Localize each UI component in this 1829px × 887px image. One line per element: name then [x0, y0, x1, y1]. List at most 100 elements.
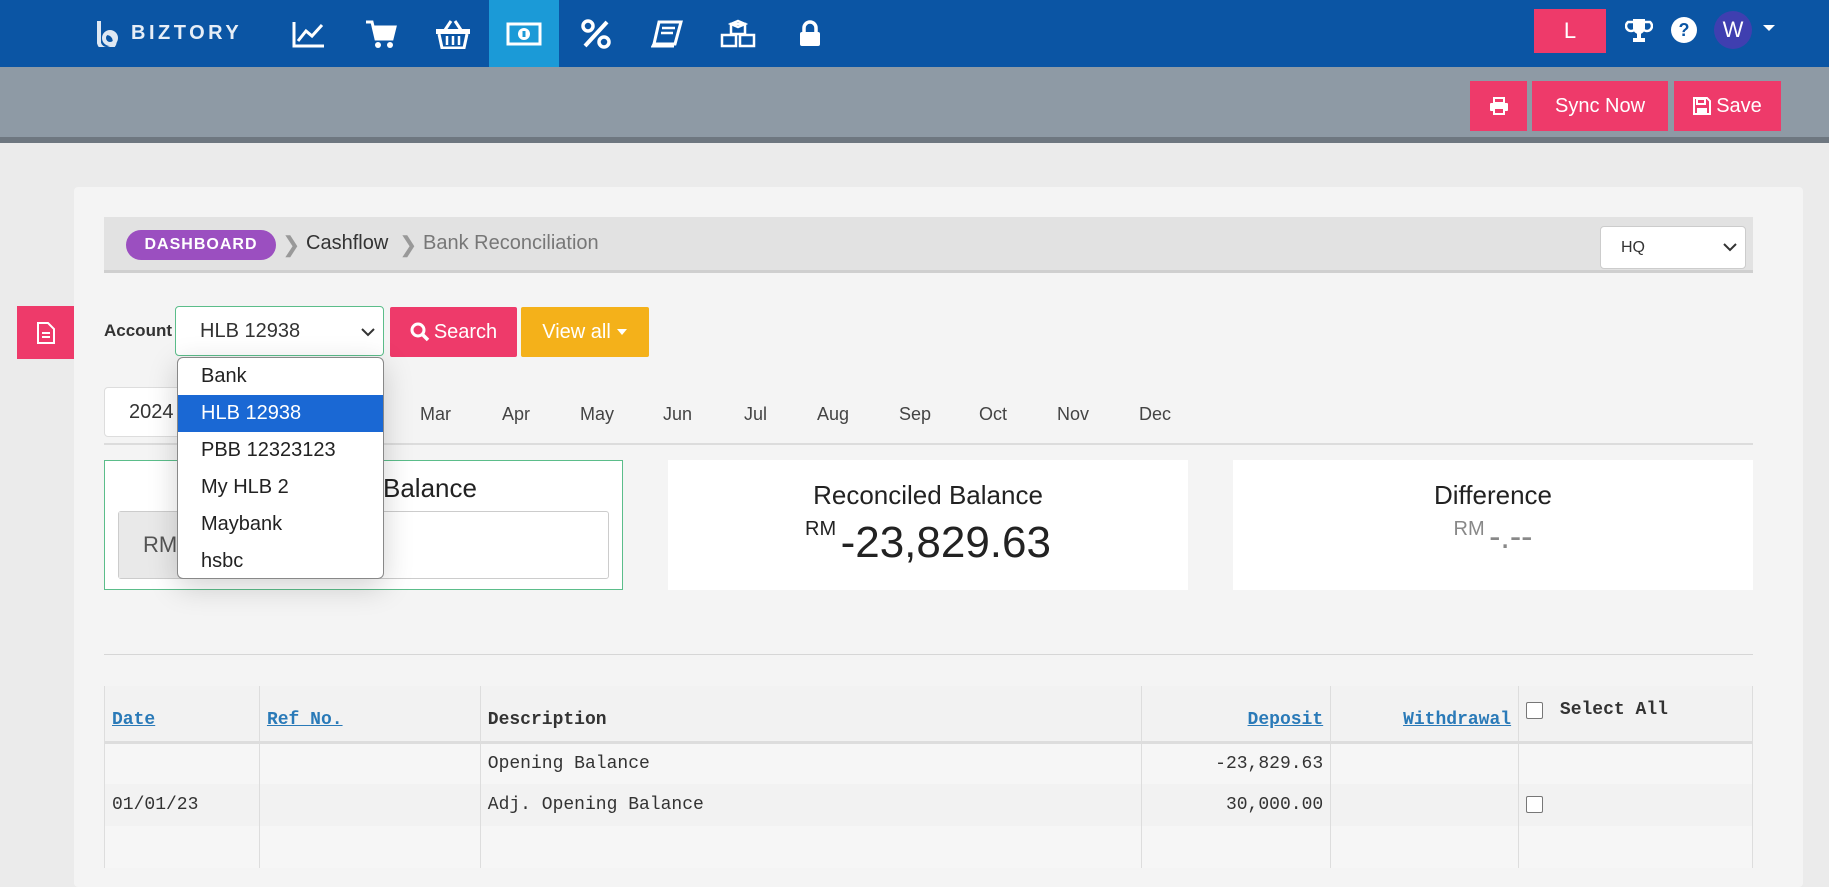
action-bar-border: [0, 137, 1829, 143]
month-tab[interactable]: Dec: [1139, 404, 1171, 425]
difference-title: Difference: [1433, 480, 1553, 510]
withdrawal-sort-link[interactable]: Withdrawal: [1403, 710, 1511, 730]
select-all-label: Select All: [1559, 700, 1668, 720]
reconciled-balance-value: -23,829.63: [840, 518, 1051, 567]
account-option[interactable]: hsbc: [178, 543, 383, 578]
row-description: Opening Balance: [479, 742, 1143, 784]
breadcrumb-current: Bank Reconciliation: [423, 232, 599, 254]
account-select-value: HLB 12938: [200, 319, 301, 342]
account-option[interactable]: Maybank: [178, 506, 383, 543]
statement-balance-title: Balance: [383, 473, 477, 503]
brand-logo[interactable]: BIZTORY: [95, 14, 242, 52]
cart-icon[interactable]: [346, 0, 416, 67]
breadcrumb-dashboard[interactable]: DASHBOARD: [126, 230, 276, 260]
month-tab[interactable]: Sep: [899, 404, 931, 425]
month-tab[interactable]: Oct: [979, 404, 1007, 425]
difference-value: -.--: [1489, 518, 1533, 556]
search-button[interactable]: Search: [390, 307, 517, 357]
row-ref: [258, 784, 481, 826]
table-header-row: Date Ref No. Description Deposit Withdra…: [104, 686, 1753, 744]
row-select-cell: [1518, 742, 1753, 784]
sync-now-button[interactable]: Sync Now: [1532, 81, 1668, 131]
withdrawal-header[interactable]: Withdrawal: [1330, 686, 1520, 744]
reconciliation-table: Date Ref No. Description Deposit Withdra…: [104, 686, 1753, 868]
description-header: Description: [479, 686, 1143, 744]
chevron-down-icon[interactable]: [1762, 23, 1776, 33]
account-option[interactable]: PBB 12323123: [178, 432, 383, 469]
date-header[interactable]: Date: [104, 686, 260, 744]
side-panel-tab[interactable]: [17, 306, 74, 359]
save-button-label: Save: [1716, 94, 1762, 117]
help-icon[interactable]: ?: [1666, 10, 1702, 50]
deposit-header[interactable]: Deposit: [1141, 686, 1332, 744]
month-tab[interactable]: Jun: [663, 404, 692, 425]
chevron-down-icon: [1723, 243, 1737, 252]
month-tab[interactable]: Aug: [817, 404, 849, 425]
book-icon[interactable]: [632, 0, 702, 67]
month-tab[interactable]: Jul: [744, 404, 767, 425]
basket-icon[interactable]: [418, 0, 488, 67]
ref-sort-link[interactable]: Ref No.: [267, 710, 343, 730]
currency-label: RM: [805, 518, 837, 540]
difference-value-wrap: RM -.--: [1233, 518, 1753, 557]
row-select-cell: [1518, 784, 1753, 826]
trophy-icon[interactable]: [1621, 10, 1657, 50]
month-tab[interactable]: Mar: [420, 404, 451, 425]
row-deposit: 30,000.00: [1141, 784, 1332, 826]
account-dropdown-list: Bank HLB 12938 PBB 12323123 My HLB 2 May…: [177, 357, 384, 579]
reconciled-balance-card: Reconciled Balance RM -23,829.63: [668, 460, 1188, 590]
view-all-label: View all: [542, 320, 611, 343]
reconciled-balance-value-wrap: RM -23,829.63: [668, 518, 1188, 568]
account-option-selected[interactable]: HLB 12938: [178, 395, 383, 432]
row-ref: [258, 826, 481, 868]
chart-line-icon[interactable]: [274, 0, 344, 67]
row-ref: [258, 742, 481, 784]
row-withdrawal: [1330, 784, 1520, 826]
search-icon: [410, 322, 430, 342]
document-icon: [36, 321, 55, 344]
section-divider: [104, 654, 1753, 655]
biztory-logo-icon: [97, 21, 118, 47]
row-description: [479, 826, 1143, 868]
location-badge[interactable]: L: [1534, 9, 1606, 53]
month-tab[interactable]: Apr: [502, 404, 530, 425]
account-option[interactable]: My HLB 2: [178, 469, 383, 506]
account-select[interactable]: HLB 12938: [175, 306, 384, 356]
brand-name: BIZTORY: [131, 21, 243, 44]
breadcrumb-cashflow[interactable]: Cashflow: [306, 232, 388, 255]
view-all-button[interactable]: View all: [521, 307, 649, 357]
row-withdrawal: [1330, 742, 1520, 784]
table-row: [104, 826, 1753, 868]
branch-select[interactable]: HQ: [1600, 226, 1746, 269]
difference-card: Difference RM -.--: [1233, 460, 1753, 590]
currency-label: RM: [1453, 518, 1485, 540]
date-sort-link[interactable]: Date: [112, 710, 155, 730]
user-avatar[interactable]: W: [1714, 11, 1752, 49]
svg-text:?: ?: [1679, 20, 1690, 40]
month-tab[interactable]: Nov: [1057, 404, 1089, 425]
caret-down-icon: [616, 329, 627, 335]
ref-header[interactable]: Ref No.: [258, 686, 481, 744]
month-tab[interactable]: May: [580, 404, 614, 425]
account-option[interactable]: Bank: [178, 358, 383, 395]
money-icon[interactable]: [489, 0, 559, 67]
row-date: 01/01/23: [104, 784, 260, 826]
chevron-right-icon: ❯: [399, 232, 418, 257]
table-row: Opening Balance -23,829.63: [104, 742, 1753, 784]
cubes-icon[interactable]: [703, 0, 773, 67]
deposit-sort-link[interactable]: Deposit: [1248, 710, 1324, 730]
row-checkbox[interactable]: [1526, 795, 1544, 813]
select-all-checkbox[interactable]: [1526, 701, 1544, 719]
row-description: Adj. Opening Balance: [479, 784, 1143, 826]
print-button[interactable]: [1470, 81, 1527, 131]
search-button-label: Search: [433, 320, 498, 343]
account-label: Account: [104, 321, 172, 340]
row-select-cell: [1518, 826, 1753, 868]
table-row: 01/01/23 Adj. Opening Balance 30,000.00: [104, 784, 1753, 826]
save-button[interactable]: Save: [1674, 81, 1781, 131]
select-all-header[interactable]: Select All: [1518, 686, 1753, 744]
percent-icon[interactable]: [561, 0, 631, 67]
row-withdrawal: [1330, 826, 1520, 868]
lock-icon[interactable]: [775, 0, 845, 67]
row-date: [104, 742, 260, 784]
